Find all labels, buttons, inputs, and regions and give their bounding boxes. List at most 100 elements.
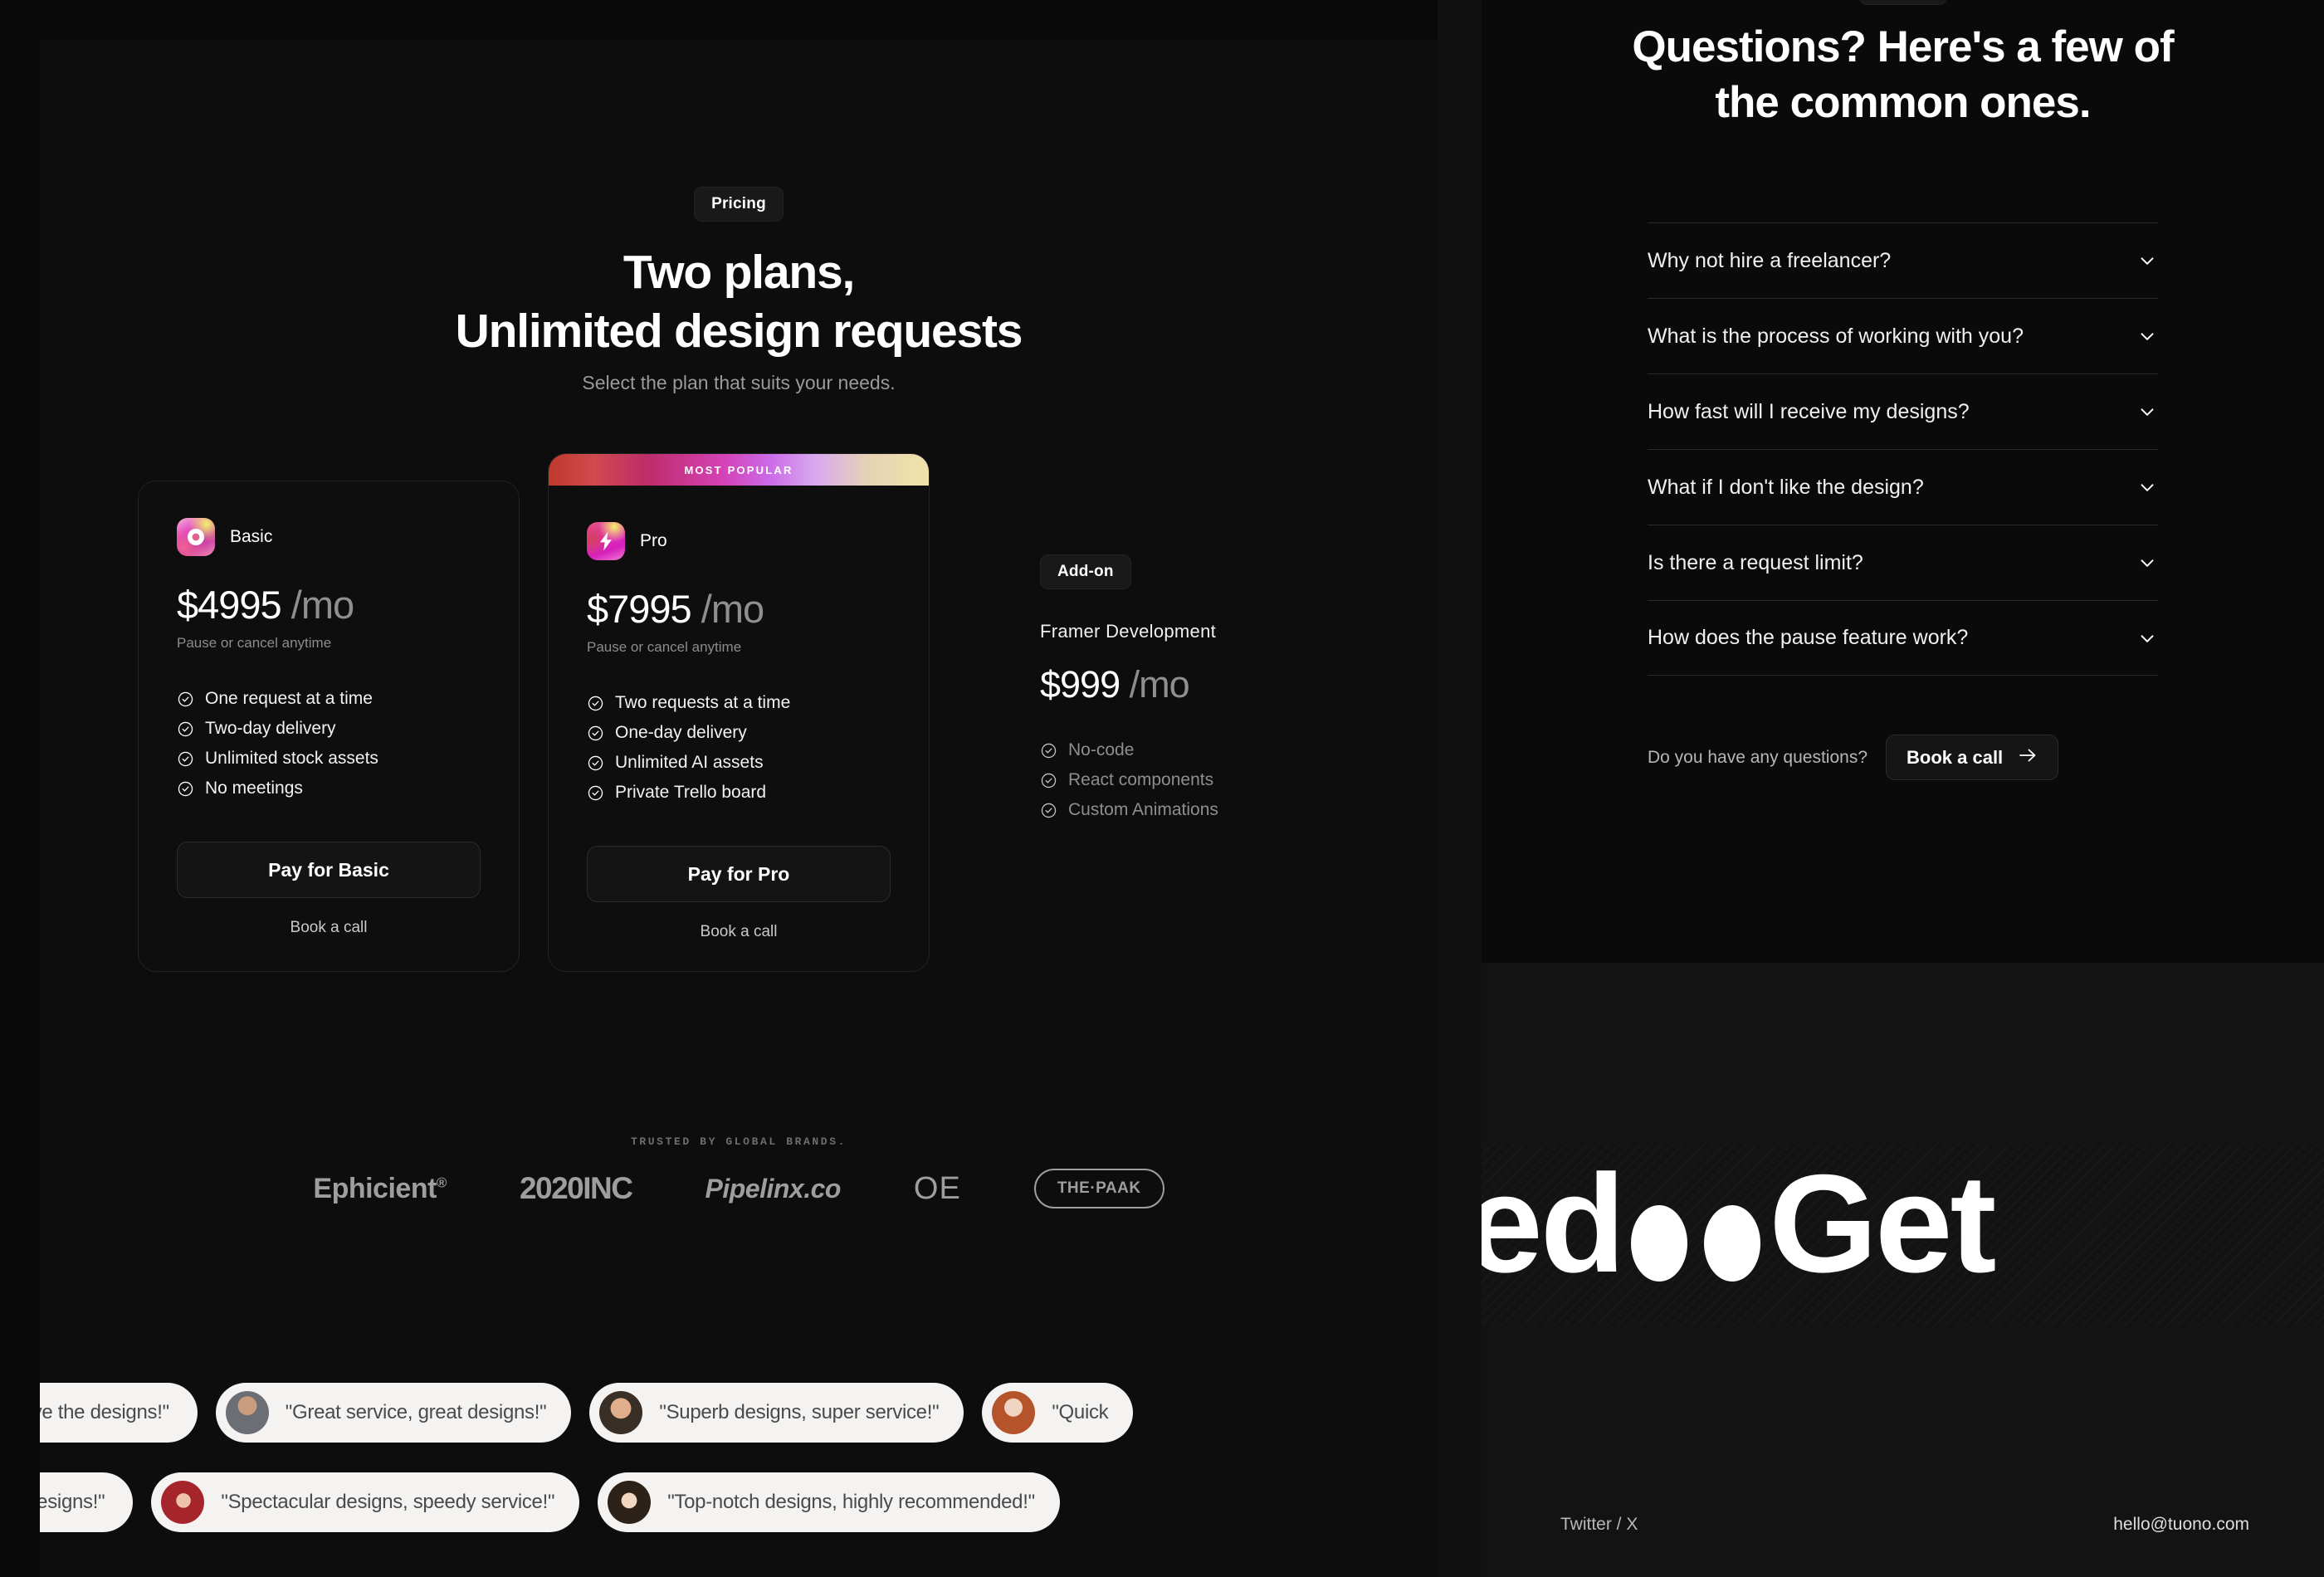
feature-item: Unlimited AI assets bbox=[587, 753, 891, 773]
chevron-down-icon[interactable] bbox=[2136, 476, 2158, 498]
feature-label: One-day delivery bbox=[615, 723, 747, 742]
addon-features: No-code React components Custom Animatio… bbox=[1040, 740, 1389, 820]
book-a-call-label: Book a call bbox=[1907, 746, 2004, 768]
testimonial-text: utstanding designs!" bbox=[40, 1491, 105, 1513]
feature-item: Private Trello board bbox=[587, 783, 891, 803]
brand-logo-the-paak: THE·PAAK bbox=[1033, 1169, 1164, 1208]
feature-item: Two requests at a time bbox=[587, 693, 891, 713]
feature-label: Custom Animations bbox=[1068, 800, 1218, 819]
avatar bbox=[599, 1391, 643, 1434]
faq-question: How fast will I receive my designs? bbox=[1648, 399, 1970, 423]
faq-item[interactable]: What if I don't like the design? bbox=[1648, 449, 2158, 525]
faq-item[interactable]: What is the process of working with you? bbox=[1648, 298, 2158, 374]
feature-label: No meetings bbox=[205, 779, 303, 798]
check-circle-icon bbox=[587, 695, 604, 712]
ring-glyph bbox=[177, 518, 215, 556]
plan-header-pro: Pro bbox=[587, 522, 891, 560]
footer-twitter-link[interactable]: Twitter / X bbox=[1560, 1515, 1638, 1535]
page-title-line1: Two plans, bbox=[622, 246, 855, 299]
feature-item: Custom Animations bbox=[1040, 800, 1389, 820]
page-title: Two plans, Unlimited design requests bbox=[40, 243, 1438, 360]
testimonial-card: "Quick bbox=[982, 1383, 1134, 1443]
marquee-word-2: Get bbox=[1769, 1145, 1996, 1301]
plan-card-pro-body: Pro $7995 /mo Pause or cancel anytime Tw… bbox=[549, 486, 929, 941]
plan-price-pro: $7995 /mo bbox=[587, 589, 891, 628]
chevron-down-icon[interactable] bbox=[2136, 627, 2158, 649]
faq-title: Questions? Here's a few of the common on… bbox=[1556, 20, 2249, 131]
chevron-down-icon[interactable] bbox=[2136, 250, 2158, 271]
plan-note-basic: Pause or cancel anytime bbox=[177, 635, 332, 651]
faq-question: Why not hire a freelancer? bbox=[1648, 248, 1892, 272]
feature-label: One request at a time bbox=[205, 689, 373, 708]
testimonial-card: "Great service, great designs!" bbox=[215, 1383, 572, 1443]
pay-for-basic-button[interactable]: Pay for Basic bbox=[177, 842, 481, 898]
testimonial-card: "Spectacular designs, speedy service!" bbox=[151, 1472, 580, 1532]
feature-label: Two requests at a time bbox=[615, 693, 791, 712]
plan-price-amount-pro: $7995 bbox=[587, 587, 692, 631]
page-subtitle: Select the plan that suits your needs. bbox=[582, 372, 896, 393]
faq-accordion: Why not hire a freelancer? What is the p… bbox=[1648, 222, 2158, 676]
testimonial-row-1: ous! Love the designs!" "Great service, … bbox=[40, 1383, 1134, 1443]
plan-header-basic: Basic bbox=[177, 518, 481, 556]
footer: Twitter / X hello@tuono.com bbox=[1482, 1477, 2324, 1577]
faq-question: What if I don't like the design? bbox=[1648, 475, 1924, 499]
faq-item[interactable]: How does the pause feature work? bbox=[1648, 600, 2158, 676]
avatar bbox=[225, 1391, 269, 1434]
addon-price-period: /mo bbox=[1129, 663, 1190, 706]
testimonial-text: ous! Love the designs!" bbox=[40, 1401, 169, 1423]
book-a-call-link-pro[interactable]: Book a call bbox=[587, 923, 891, 941]
trusted-by-label: TRUSTED BY GLOBAL BRANDS. bbox=[630, 1135, 847, 1148]
faq-item[interactable]: Is there a request limit? bbox=[1648, 525, 2158, 600]
testimonial-text: "Quick bbox=[1052, 1401, 1109, 1423]
faq-question: How does the pause feature work? bbox=[1648, 626, 1969, 649]
feature-label: Two-day delivery bbox=[205, 719, 336, 738]
plan-card-pro[interactable]: MOST POPULAR Pro $7995 /mo Pause or canc… bbox=[548, 453, 930, 972]
feature-item: One request at a time bbox=[177, 689, 481, 709]
book-a-call-link-basic[interactable]: Book a call bbox=[177, 919, 481, 937]
plan-features-basic: One request at a time Two-day delivery U… bbox=[177, 689, 481, 798]
pay-for-pro-button[interactable]: Pay for Pro bbox=[587, 846, 891, 902]
page-root: Pricing Two plans, Unlimited design requ… bbox=[0, 0, 2324, 1577]
brand-logo-2020inc: 2020INC bbox=[519, 1171, 633, 1205]
chevron-down-icon[interactable] bbox=[2136, 401, 2158, 422]
check-circle-icon bbox=[587, 784, 604, 802]
cta-marquee-text: rted Get bbox=[1482, 1144, 1996, 1315]
testimonial-text: "Great service, great designs!" bbox=[285, 1401, 547, 1423]
feature-item: No-code bbox=[1040, 740, 1389, 760]
cut-off-badge bbox=[1858, 0, 1947, 5]
check-circle-icon bbox=[587, 725, 604, 742]
lightning-bolt-icon bbox=[587, 522, 625, 560]
plan-name-pro: Pro bbox=[640, 531, 667, 550]
arrow-right-icon bbox=[2018, 747, 2038, 769]
plan-card-basic[interactable]: Basic $4995 /mo Pause or cancel anytime … bbox=[138, 481, 520, 972]
chevron-down-icon[interactable] bbox=[2136, 552, 2158, 574]
check-circle-icon bbox=[177, 720, 194, 738]
check-circle-icon bbox=[1040, 802, 1057, 819]
pricing-panel-inner: Pricing Two plans, Unlimited design requ… bbox=[40, 40, 1438, 1577]
testimonial-text: "Superb designs, super service!" bbox=[659, 1401, 940, 1423]
footer-email-link[interactable]: hello@tuono.com bbox=[2113, 1515, 2249, 1535]
testimonial-row-2: utstanding designs!" "Spectacular design… bbox=[40, 1472, 1060, 1532]
faq-item[interactable]: Why not hire a freelancer? bbox=[1648, 222, 2158, 298]
marquee-word-1: rted bbox=[1482, 1145, 1625, 1301]
faq-section: Questions? Here's a few of the common on… bbox=[1482, 0, 2324, 963]
feature-label: Unlimited stock assets bbox=[205, 749, 378, 768]
brand-logo-pipelinx: Pipelinx.co bbox=[705, 1173, 841, 1204]
feature-label: React components bbox=[1068, 770, 1214, 789]
faq-cta-row: Do you have any questions? Book a call bbox=[1648, 735, 2158, 780]
pro-plan-icon bbox=[587, 522, 625, 560]
avatar bbox=[608, 1481, 652, 1524]
faq-item[interactable]: How fast will I receive my designs? bbox=[1648, 374, 2158, 449]
addon-section: Add-on Framer Development $999 /mo No-co… bbox=[1040, 554, 1389, 820]
feature-item: Two-day delivery bbox=[177, 719, 481, 739]
faq-title-line2: the common ones. bbox=[1715, 77, 2091, 127]
book-a-call-button[interactable]: Book a call bbox=[1886, 735, 2059, 780]
pricing-panel: Pricing Two plans, Unlimited design requ… bbox=[0, 0, 1438, 1577]
chevron-down-icon[interactable] bbox=[2136, 325, 2158, 347]
addon-badge: Add-on bbox=[1040, 554, 1131, 589]
plan-features-pro: Two requests at a time One-day delivery … bbox=[587, 693, 891, 803]
testimonial-card: "Superb designs, super service!" bbox=[589, 1383, 964, 1443]
feature-item: Unlimited stock assets bbox=[177, 749, 481, 769]
testimonial-marquee: ous! Love the designs!" "Great service, … bbox=[40, 1368, 1438, 1577]
avatar bbox=[161, 1481, 205, 1524]
